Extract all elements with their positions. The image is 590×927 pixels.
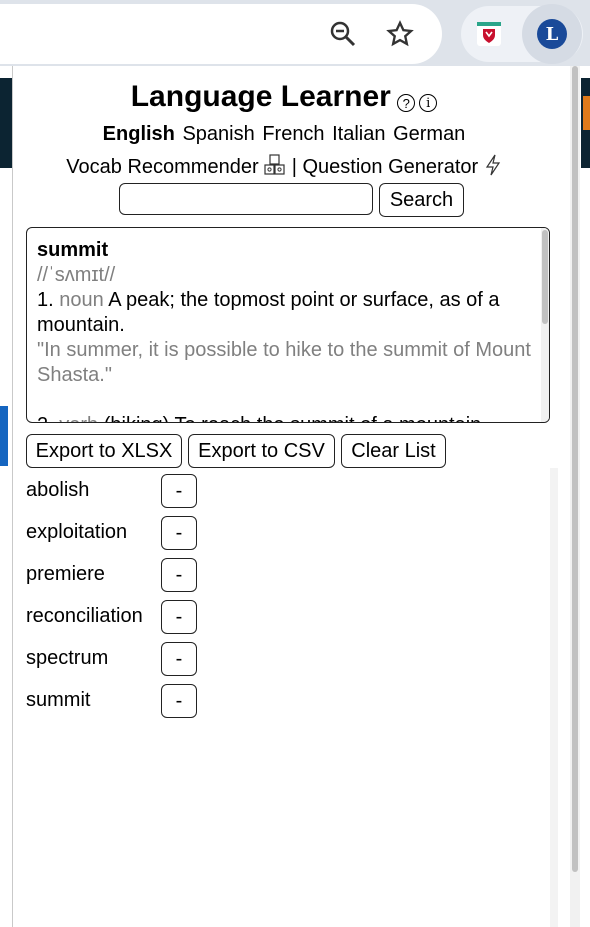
browser-toolbar: L xyxy=(0,0,590,66)
definition-word: summit xyxy=(37,239,109,261)
definition-scrollbar[interactable] xyxy=(541,228,549,422)
lightning-icon[interactable] xyxy=(484,154,502,181)
word-list-item: summit xyxy=(26,689,91,711)
lang-italian[interactable]: Italian xyxy=(332,123,385,145)
remove-word-button[interactable]: - xyxy=(161,642,197,676)
vocab-recommender-link[interactable]: Vocab Recommender xyxy=(66,156,258,178)
sense-text: (biking) To reach the summit of a mounta… xyxy=(104,414,487,422)
lang-german[interactable]: German xyxy=(393,123,465,145)
definition-panel[interactable]: summit //ˈsʌmɪt// 1. noun A peak; the to… xyxy=(26,227,550,423)
popup-scrollbar[interactable] xyxy=(570,66,580,927)
question-circle-icon[interactable]: ? xyxy=(397,94,416,112)
star-icon[interactable] xyxy=(380,14,420,54)
tool-separator: | xyxy=(291,155,297,178)
info-circle-icon[interactable]: i xyxy=(419,94,438,112)
zoom-out-icon[interactable] xyxy=(323,14,363,54)
remove-word-button[interactable]: - xyxy=(161,684,197,718)
question-generator-link[interactable]: Question Generator xyxy=(303,156,479,178)
background-page-right xyxy=(580,66,590,927)
remove-word-button[interactable]: - xyxy=(161,600,197,634)
language-selector: English Spanish French Italian German xyxy=(0,123,568,146)
export-xlsx-button[interactable]: Export to XLSX xyxy=(26,434,182,468)
tool-row: Vocab Recommender | Question Generator xyxy=(0,154,568,181)
sense-1: 1. noun A peak; the topmost point or sur… xyxy=(37,288,533,338)
word-list-item: exploitation xyxy=(26,521,128,543)
blocks-icon[interactable] xyxy=(264,154,286,181)
background-page-left xyxy=(0,66,12,927)
app-title: Language Learner xyxy=(130,80,391,113)
word-list-item: premiere xyxy=(26,563,105,585)
lang-french[interactable]: French xyxy=(262,123,324,145)
export-csv-button[interactable]: Export to CSV xyxy=(188,434,335,468)
lang-spanish[interactable]: Spanish xyxy=(182,123,254,145)
profile-avatar[interactable]: L xyxy=(522,4,582,64)
clear-list-button[interactable]: Clear List xyxy=(341,434,446,468)
title-row: Language Learner ? i xyxy=(0,80,568,114)
definition-scrollbar-thumb[interactable] xyxy=(542,230,548,324)
part-of-speech: verb xyxy=(59,414,98,422)
word-list-item: reconciliation xyxy=(26,605,143,627)
search-input[interactable] xyxy=(119,183,373,215)
word-list-item: abolish xyxy=(26,479,90,501)
mcafee-shield-icon[interactable] xyxy=(471,16,507,52)
sense-2: 2. verb (biking) To reach the summit of … xyxy=(37,413,533,422)
lang-english[interactable]: English xyxy=(103,123,175,145)
word-list-scrollbar[interactable] xyxy=(550,468,558,927)
part-of-speech: noun xyxy=(59,289,104,311)
sense-number: 1. xyxy=(37,289,54,311)
remove-word-button[interactable]: - xyxy=(161,558,197,592)
sense-number: 2. xyxy=(37,414,54,422)
popup-scrollbar-thumb[interactable] xyxy=(572,66,578,872)
sense-example: "In summer, it is possible to hike to th… xyxy=(37,339,531,386)
remove-word-button[interactable]: - xyxy=(161,474,197,508)
sense-text: A peak; the topmost point or surface, as… xyxy=(37,289,500,336)
avatar-letter: L xyxy=(537,19,567,49)
remove-word-button[interactable]: - xyxy=(161,516,197,550)
address-bar[interactable] xyxy=(0,4,442,64)
search-button[interactable]: Search xyxy=(379,183,464,217)
word-list-item: spectrum xyxy=(26,647,109,669)
pronunciation: //ˈsʌmɪt// xyxy=(37,264,116,286)
